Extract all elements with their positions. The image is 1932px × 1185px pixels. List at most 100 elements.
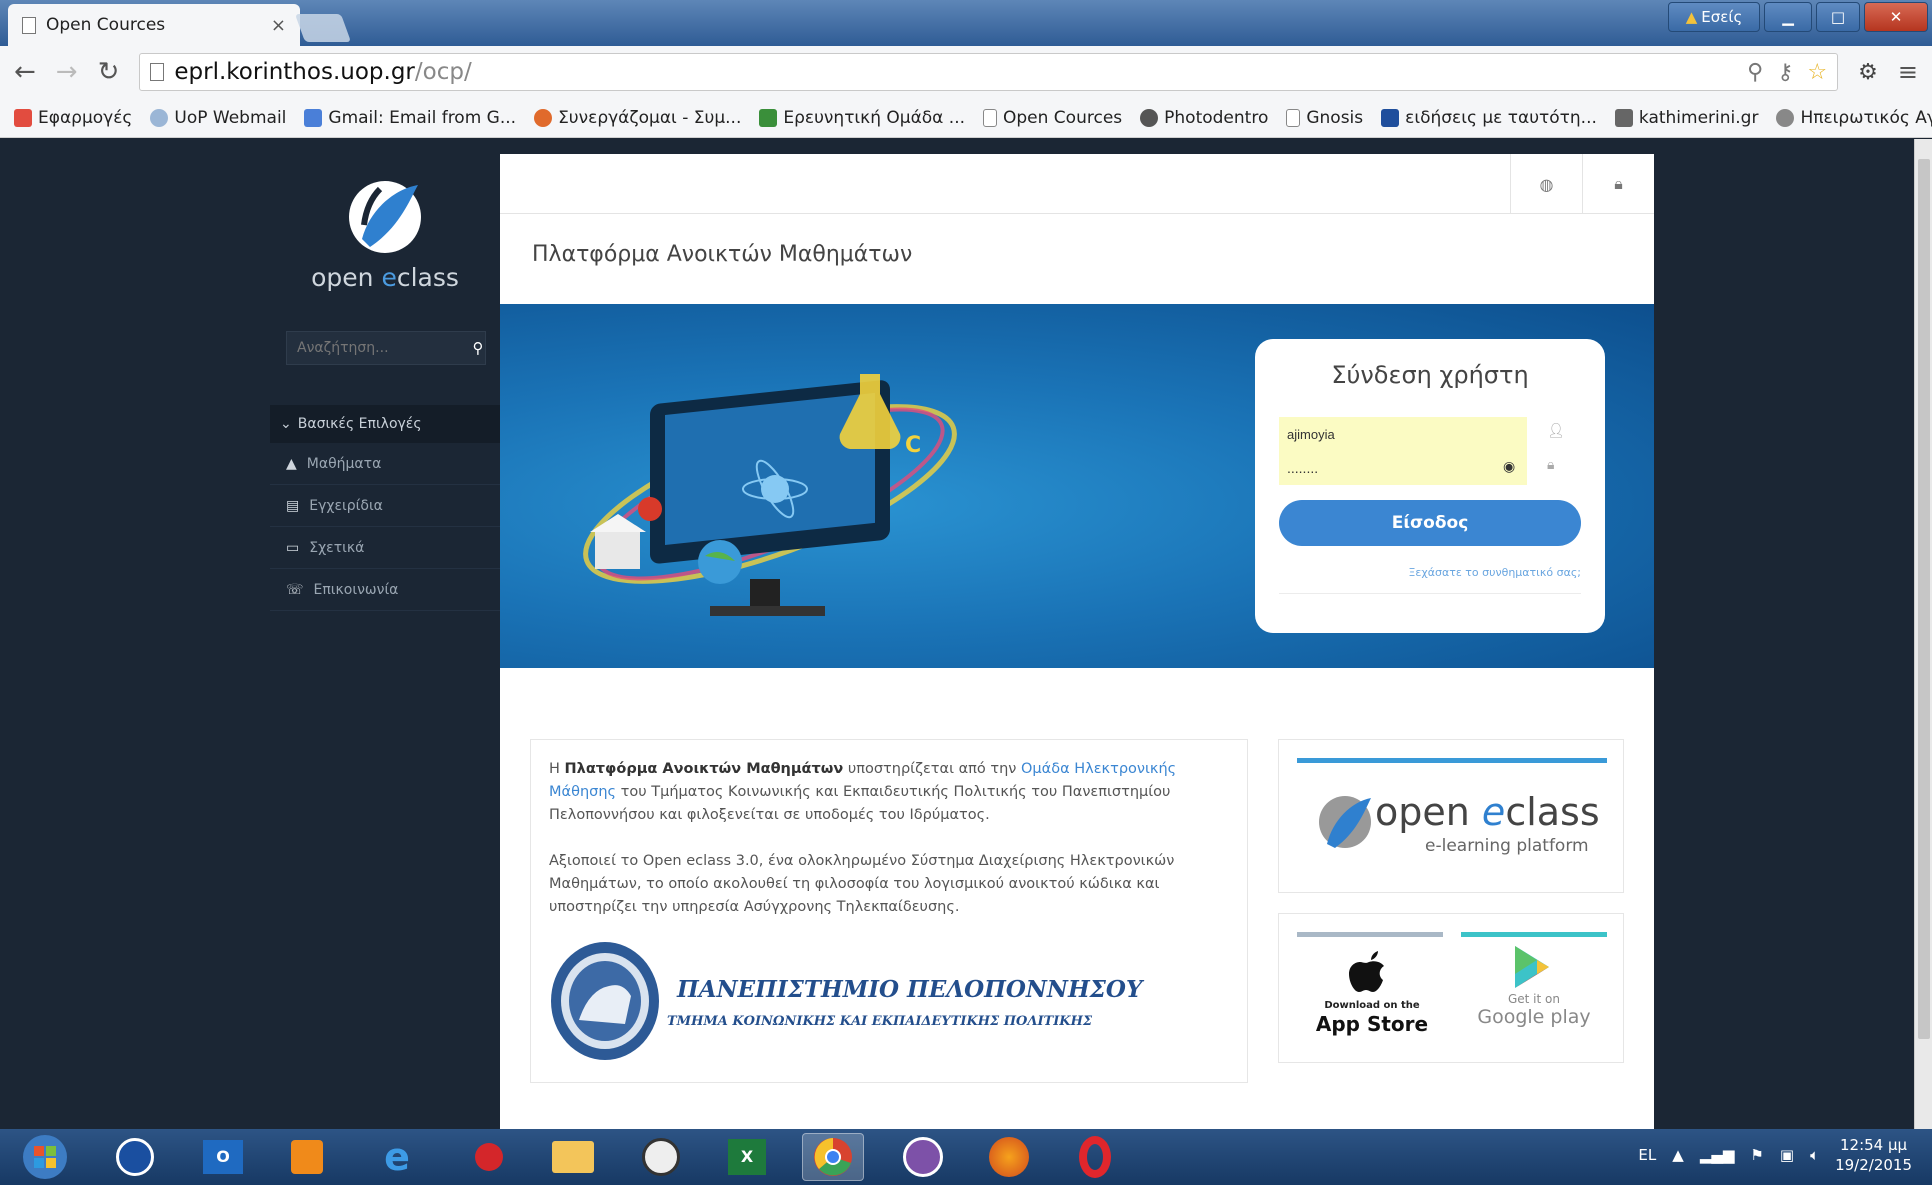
app-store-link[interactable]: App Store (1303, 1012, 1441, 1036)
sidebar-item-manuals[interactable]: ▤ Εγχειρίδια (270, 485, 500, 527)
credit-card-icon: ▭ (286, 539, 300, 556)
user-app-icon[interactable] (104, 1133, 166, 1181)
page-scrollbar[interactable] (1914, 139, 1932, 1129)
password-field[interactable] (1279, 451, 1527, 485)
svg-text:C: C (905, 433, 921, 458)
bookmark-item[interactable]: Gmail: Email from G... (304, 108, 516, 128)
bookmarks-bar: Εφαρμογές UoP Webmail Gmail: Email from … (0, 98, 1932, 138)
site-icon (759, 108, 778, 127)
menu-header[interactable]: ⌄ Βασικές Επιλογές (270, 405, 500, 443)
forgot-password-link[interactable]: Ξεχάσατε το συνθηματικό σας; (1408, 566, 1581, 579)
scrollbar-thumb[interactable] (1918, 159, 1930, 1039)
chrome-icon[interactable] (802, 1133, 864, 1181)
brand-name: open eclass (1375, 790, 1600, 834)
taskbar: O e X EL ▲ ▂▄▆ ⚑ ▣ 🔈︎ 12:54 μμ 19/2/2015 (0, 1129, 1932, 1185)
login-card: Σύνδεση χρήστη 👤︎ 🔒︎ ◉ Είσοδος Ξεχάσατε … (1255, 339, 1605, 633)
search-input[interactable] (287, 332, 471, 364)
google-play-link[interactable]: Google play (1465, 1006, 1603, 1028)
accent-bar (1461, 932, 1607, 937)
signal-icon[interactable]: ▂▄▆ (1700, 1146, 1735, 1164)
outlook-icon[interactable]: O (192, 1133, 254, 1181)
excel-icon[interactable]: X (716, 1133, 778, 1181)
pin-icon[interactable] (458, 1133, 520, 1181)
user-badge[interactable]: ▲ Εσείς (1668, 2, 1760, 32)
star-icon[interactable]: ☆ (1807, 60, 1827, 85)
info-box: Η Πλατφόρμα Ανοικτών Μαθημάτων υποστηρίζ… (530, 739, 1248, 1083)
opera-icon[interactable] (1064, 1133, 1126, 1181)
bookmark-item[interactable]: Ερευνητική Ομάδα ... (759, 108, 965, 128)
start-button[interactable] (14, 1133, 76, 1181)
bookmark-item[interactable]: ειδήσεις με ταυτότη... (1381, 108, 1597, 128)
user-icon: 👤︎ (1547, 423, 1565, 439)
chrome-logo-icon (814, 1138, 852, 1176)
bookmark-item[interactable]: Συνεργάζομαι - Συμ... (534, 108, 741, 128)
media-player-icon[interactable] (276, 1133, 338, 1181)
gmail-icon (304, 108, 323, 127)
search-icon[interactable]: ⚲ (471, 332, 485, 364)
username-field[interactable] (1279, 417, 1527, 451)
maximize-icon[interactable]: □ (1816, 2, 1860, 32)
close-window-icon[interactable]: ✕ (1864, 2, 1928, 32)
browser-tab-strip: Open Cources × ▲ Εσείς ▁ □ ✕ (0, 0, 1932, 46)
internet-explorer-icon[interactable]: e (366, 1133, 428, 1181)
bookmark-item[interactable]: kathimerini.gr (1614, 108, 1758, 128)
page-icon (1286, 108, 1301, 127)
extension-icon[interactable]: ⚙ (1858, 60, 1878, 85)
url-path: /ocp/ (414, 59, 472, 85)
login-button[interactable]: Είσοδος (1279, 500, 1581, 546)
bookmark-item[interactable]: Gnosis (1286, 108, 1363, 128)
system-tray: EL ▲ ▂▄▆ ⚑ ▣ 🔈︎ 12:54 μμ 19/2/2015 (1638, 1135, 1912, 1175)
apple-icon[interactable] (1349, 950, 1389, 996)
language-indicator[interactable]: EL (1638, 1146, 1656, 1164)
google-play-icon[interactable] (1511, 944, 1553, 990)
sidebar-item-courses[interactable]: ▲ Μαθήματα (270, 443, 500, 485)
menu-icon[interactable]: ≡ (1898, 58, 1918, 86)
department-name: ΤΜΗΜΑ ΚΟΙΝΩΝΙΚΗΣ ΚΑΙ ΕΚΠΑΙΔΕΥΤΙΚΗΣ ΠΟΛΙΤ… (667, 1014, 1093, 1029)
zoom-icon[interactable]: ⚲ (1747, 60, 1763, 85)
bookmark-item[interactable]: Photodentro (1140, 108, 1268, 128)
elearning-illustration: C (583, 374, 957, 616)
info-paragraph-1: Η Πλατφόρμα Ανοικτών Μαθημάτων υποστηρίζ… (549, 761, 1177, 823)
site-icon (1614, 108, 1633, 127)
browser-tab[interactable]: Open Cources × (8, 4, 300, 46)
bookmark-item[interactable]: Ηπειρωτικός Αγών (1776, 108, 1932, 128)
forward-arrow-icon[interactable]: → (56, 57, 78, 87)
volume-icon[interactable]: 🔈︎ (1810, 1146, 1819, 1164)
accent-bar (1297, 758, 1607, 763)
tray-arrow-icon[interactable]: ▲ (1672, 1146, 1684, 1164)
firefox-icon[interactable] (978, 1133, 1040, 1181)
flag-icon[interactable]: ⚑ (1750, 1146, 1763, 1164)
tab-title: Open Cources (46, 15, 166, 35)
sidebar-item-about[interactable]: ▭ Σχετικά (270, 527, 500, 569)
sidebar: open eclass ⚲ ⌄ Βασικές Επιλογές ▲ Μαθήμ… (270, 139, 500, 1129)
site-icon (1140, 108, 1159, 127)
clock[interactable]: 12:54 μμ 19/2/2015 (1835, 1135, 1912, 1175)
back-arrow-icon[interactable]: ← (14, 57, 36, 87)
phone-icon: ☏ (286, 581, 304, 598)
key-icon[interactable]: ⚷ (1777, 60, 1793, 85)
close-tab-icon[interactable]: × (271, 15, 286, 36)
eclass-logo-icon (349, 181, 421, 253)
lock-icon[interactable]: 🔒︎ (1582, 154, 1654, 214)
hero-banner: C Σύνδεση χρήστη 👤︎ 🔒︎ ◉ Είσοδος Ξεχάσατ… (500, 304, 1654, 668)
file-explorer-icon[interactable] (542, 1133, 604, 1181)
new-tab-button[interactable] (294, 14, 352, 42)
logo-text: open eclass (311, 263, 459, 292)
globe-icon[interactable]: ◍ (1510, 154, 1582, 214)
university-seal-icon (551, 942, 659, 1060)
page-title: Πλατφόρμα Ανοικτών Μαθημάτων (532, 242, 913, 267)
bookmark-item[interactable]: Εφαρμογές (14, 108, 132, 128)
viber-icon[interactable] (892, 1133, 954, 1181)
lock-icon: 🔒︎ (1547, 457, 1555, 473)
app-store-caption: Download on the (1324, 1000, 1420, 1011)
minimize-icon[interactable]: ▁ (1764, 2, 1812, 32)
network-icon[interactable]: ▣ (1780, 1146, 1794, 1164)
eye-icon[interactable]: ◉ (1503, 459, 1515, 475)
chevron-down-icon: ⌄ (280, 416, 292, 432)
address-bar[interactable]: eprl.korinthos.uop.gr/ocp/ ⚲ ⚷ ☆ (139, 53, 1839, 91)
reload-icon[interactable]: ↻ (98, 57, 120, 87)
clock-app-icon[interactable] (630, 1133, 692, 1181)
sidebar-item-contact[interactable]: ☏ Επικοινωνία (270, 569, 500, 611)
bookmark-item[interactable]: UoP Webmail (150, 108, 286, 128)
bookmark-item[interactable]: Open Cources (983, 108, 1122, 128)
